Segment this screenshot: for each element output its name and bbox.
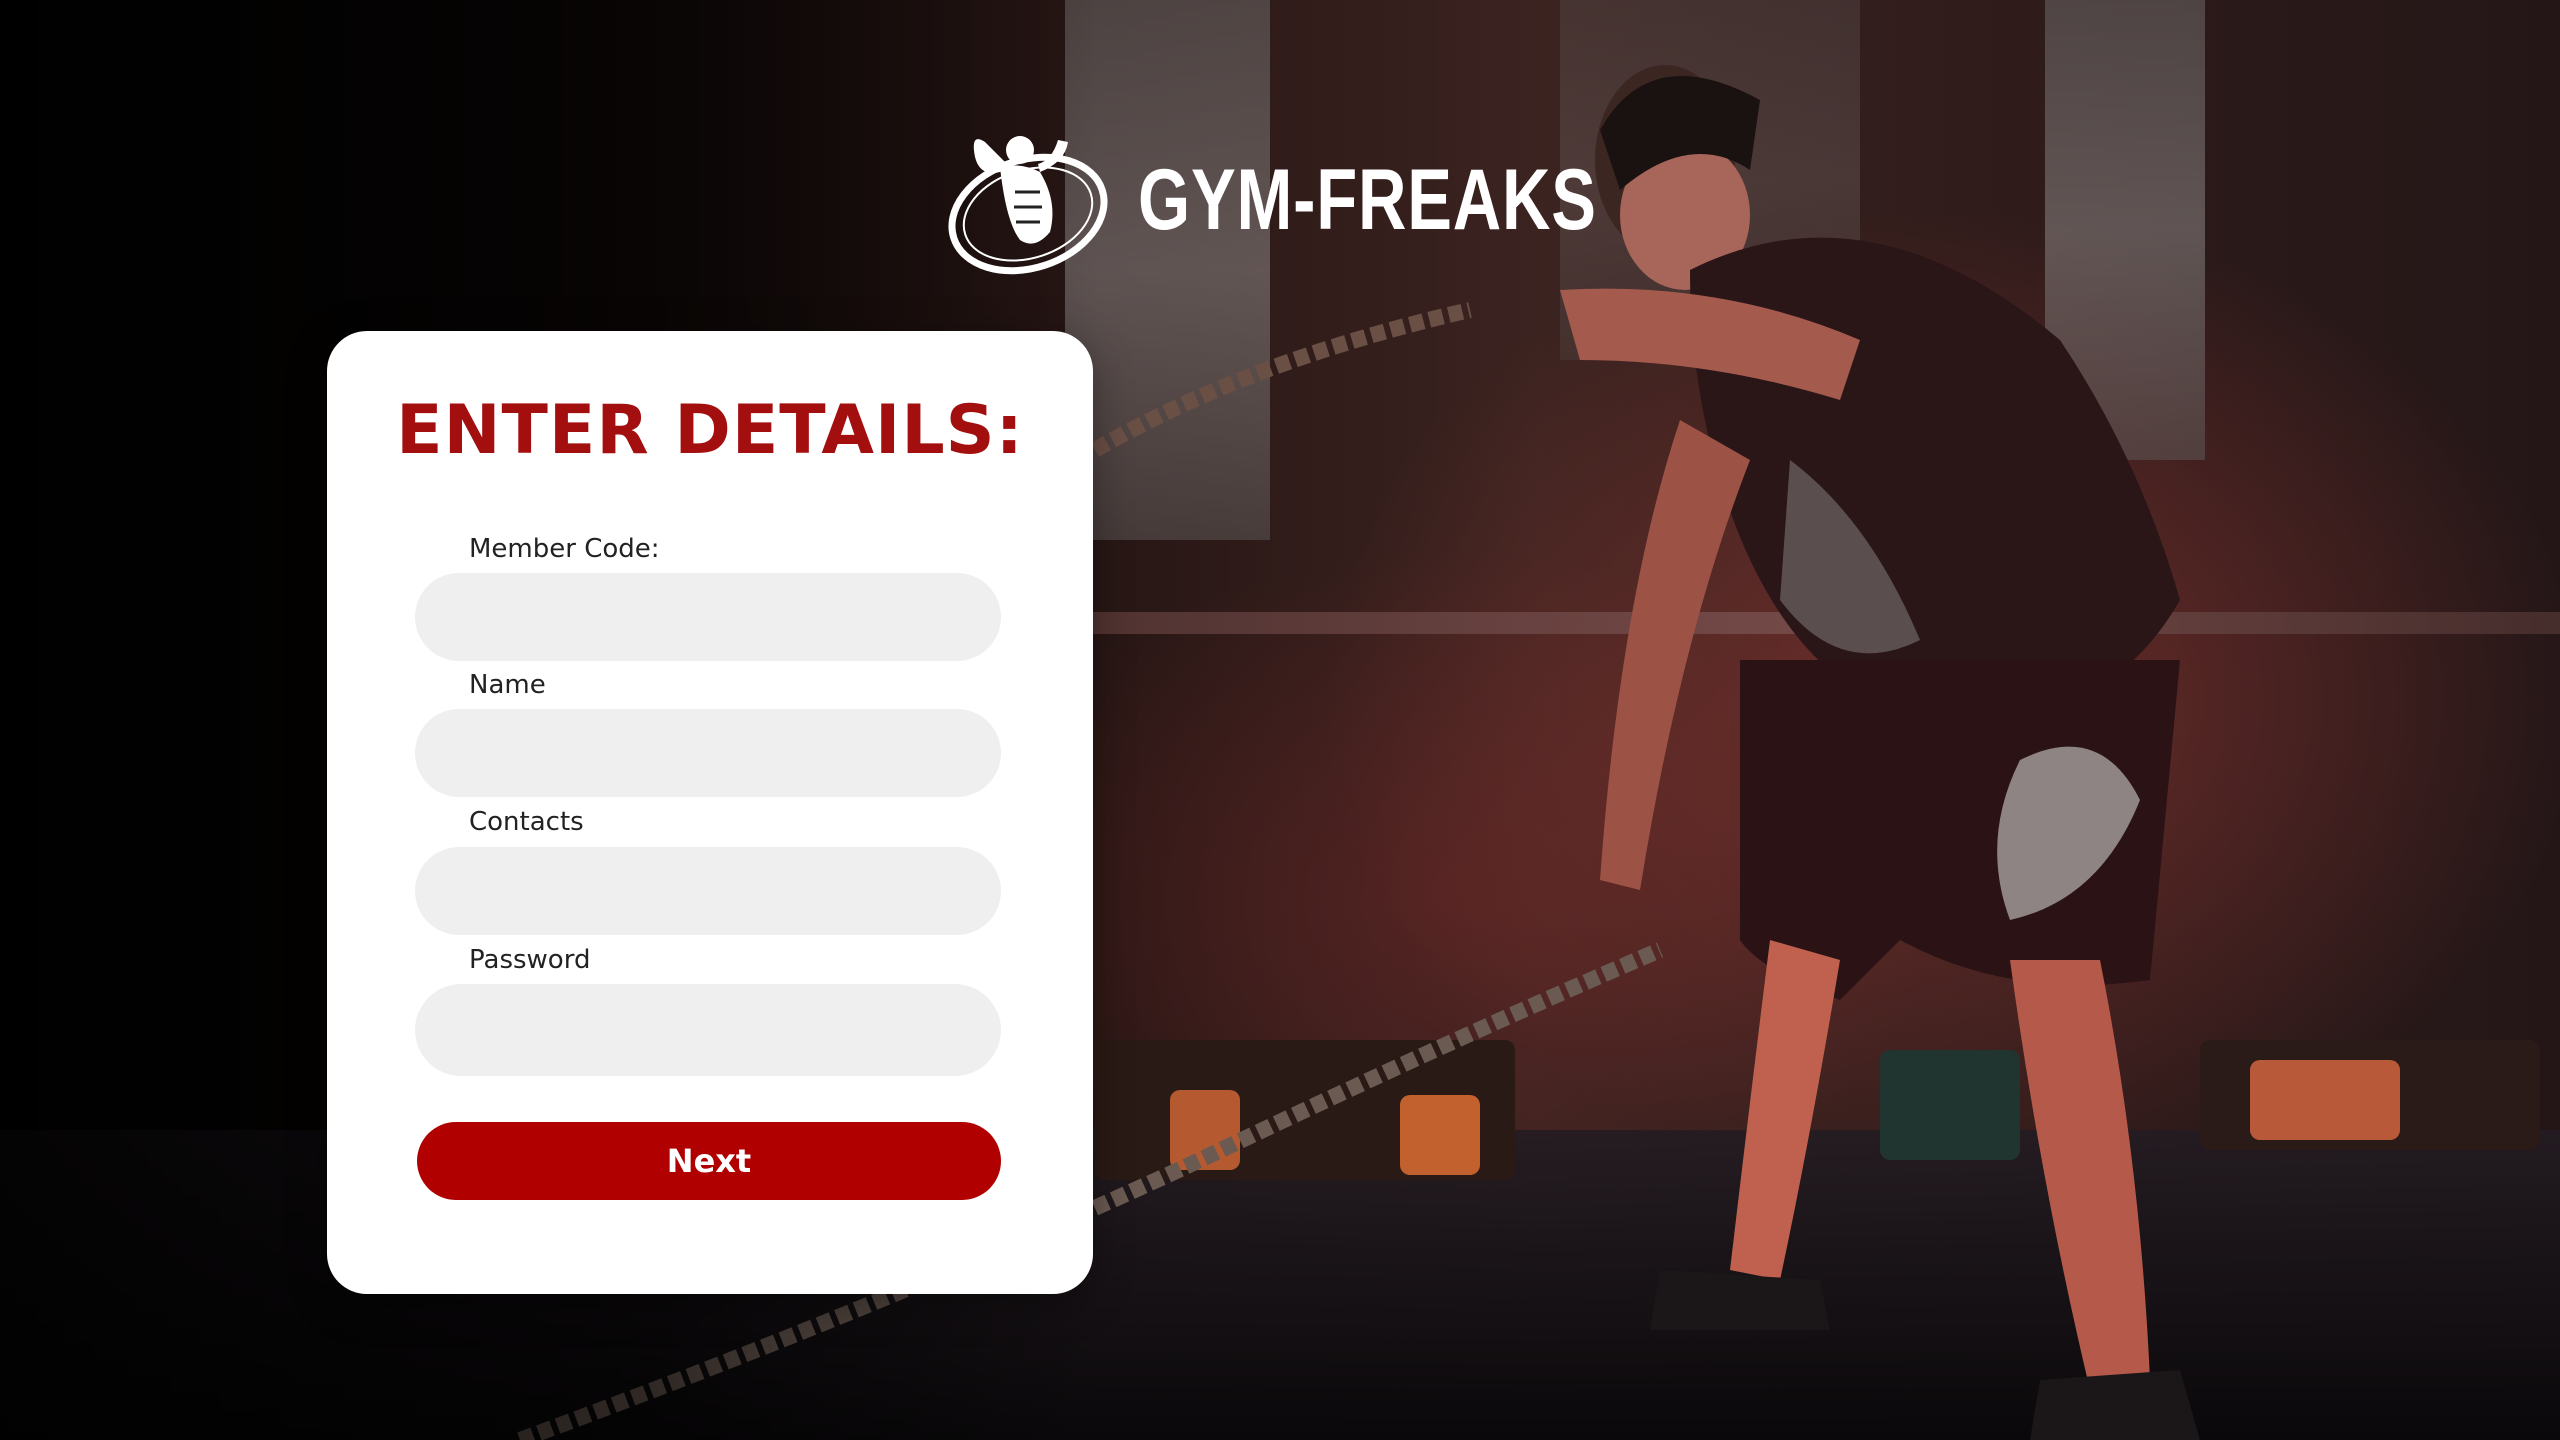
login-page: GYM-FREAKS ENTER DETAILS: Member Code: N… [0,0,2560,1440]
next-button[interactable]: Next [417,1122,1001,1200]
contacts-input[interactable] [415,847,1001,935]
name-input[interactable] [415,709,1001,797]
bodybuilder-flex-icon [940,122,1110,278]
member-code-label: Member Code: [469,534,660,564]
password-input[interactable] [415,984,1001,1076]
brand-name: GYM-FREAKS [1138,151,1597,248]
password-label: Password [469,945,591,975]
member-code-input[interactable] [415,573,1001,661]
name-label: Name [469,670,546,700]
contacts-label: Contacts [469,807,584,837]
brand-header: GYM-FREAKS [940,122,1726,278]
details-form-card: ENTER DETAILS: Member Code: Name Contact… [327,331,1093,1294]
form-title: ENTER DETAILS: [396,391,1024,470]
